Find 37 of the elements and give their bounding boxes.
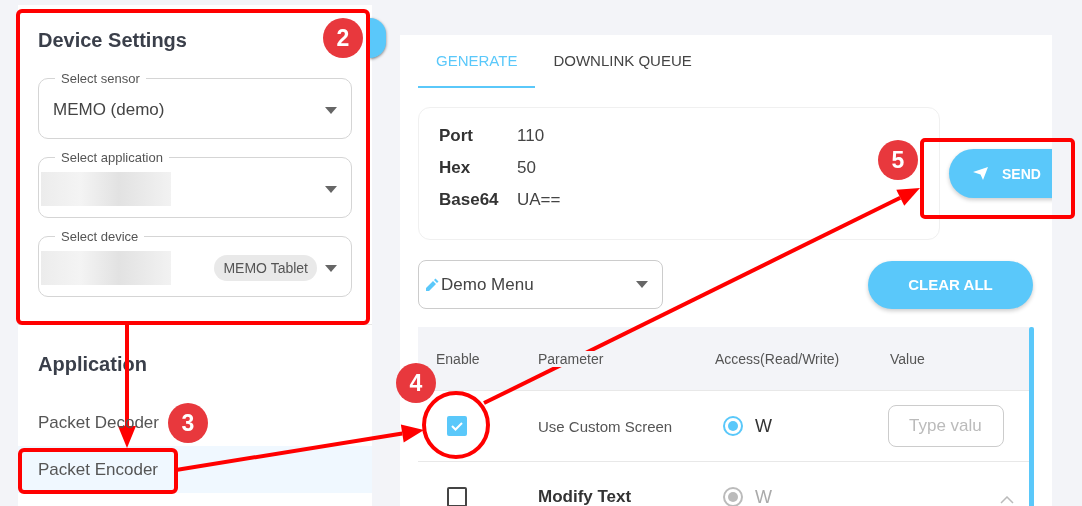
caret-icon — [325, 106, 337, 114]
field-value: 110 — [517, 126, 545, 146]
value-input[interactable]: Type valu — [888, 405, 1004, 447]
access-label: W — [755, 486, 772, 506]
column-header: Enable — [436, 350, 480, 367]
nav-item[interactable]: Packet Encoder — [18, 446, 162, 493]
field-value: 50 — [517, 158, 536, 178]
scrollbar[interactable] — [1029, 327, 1034, 506]
access-label: W — [755, 415, 772, 437]
chevron-icon[interactable] — [1000, 496, 1014, 504]
parameter-name: Modify Text — [538, 487, 632, 506]
field-label: Hex — [439, 158, 471, 178]
column-header: Access(Read/Write) — [715, 350, 840, 367]
caret-icon — [325, 264, 337, 272]
checkbox[interactable] — [447, 416, 467, 436]
select-field[interactable]: Select device MEMO Tablet — [38, 229, 352, 297]
parameter-name: Use Custom Screen — [538, 417, 673, 435]
column-header: Parameter — [538, 350, 604, 367]
field-label: Base64 — [439, 190, 499, 210]
select-field[interactable]: Select application — [38, 150, 352, 218]
collapse-button[interactable] — [370, 18, 386, 58]
section-title: Device Settings — [38, 29, 187, 52]
caret-icon — [325, 185, 337, 193]
send-icon — [973, 167, 988, 180]
menu-select[interactable]: Demo Menu — [418, 260, 663, 309]
select-field[interactable]: Select sensor MEMO (demo) — [38, 71, 352, 139]
tab[interactable]: DOWNLINK QUEUE — [535, 35, 710, 88]
check-icon — [450, 419, 464, 433]
caret-icon — [636, 281, 648, 288]
radio-button[interactable] — [723, 416, 743, 436]
device-chip: MEMO Tablet — [214, 255, 317, 281]
pencil-icon — [425, 277, 439, 292]
field-label: Port — [439, 126, 473, 146]
highlight-circle — [422, 391, 490, 459]
column-header: Value — [890, 350, 925, 367]
field-value: UA== — [517, 190, 561, 210]
checkbox[interactable] — [447, 487, 467, 506]
